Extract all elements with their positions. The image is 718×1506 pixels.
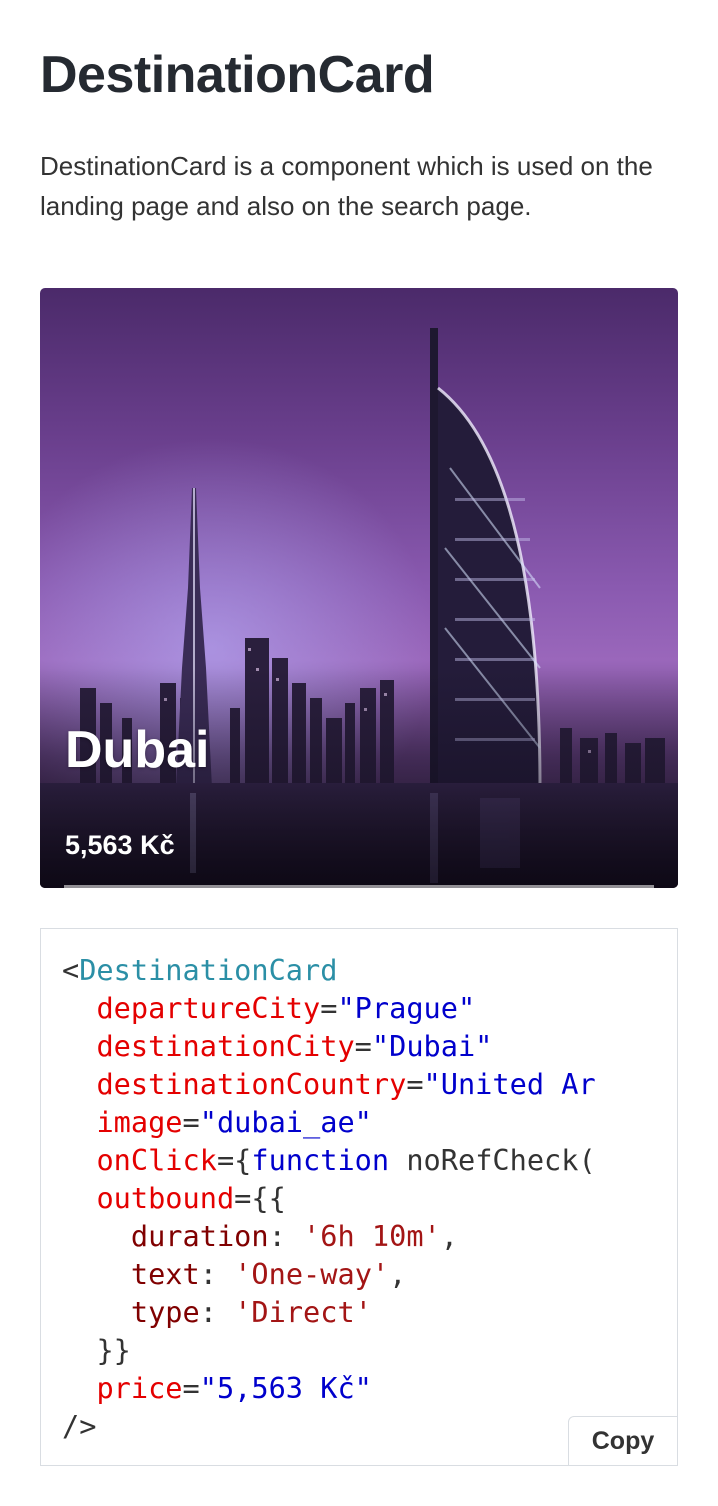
- code-prop-name: price: [96, 1371, 183, 1405]
- code-object-key: text: [130, 1257, 200, 1291]
- code-prop-name: destinationCountry: [96, 1067, 407, 1101]
- code-open-bracket: <: [62, 953, 80, 987]
- code-prop-value: "Prague": [337, 991, 476, 1025]
- card-bottom-border: [64, 885, 654, 888]
- destination-price: 5,563 Kč: [65, 830, 175, 860]
- code-object-key: type: [130, 1295, 200, 1329]
- code-prop-value: {: [234, 1143, 252, 1177]
- code-prop-name: image: [96, 1105, 183, 1139]
- code-punctuation: ,: [389, 1257, 407, 1291]
- code-punctuation: ,: [440, 1219, 458, 1253]
- code-object-value: '6h 10m': [303, 1219, 441, 1253]
- code-object-key: duration: [130, 1219, 269, 1253]
- code-prop-value: "5,563 Kč": [199, 1371, 372, 1405]
- code-prop-value: "Dubai": [371, 1029, 493, 1063]
- code-component-name: DestinationCard: [79, 953, 338, 987]
- destination-card[interactable]: Dubai 5,563 Kč: [40, 288, 678, 888]
- page-title: DestinationCard: [40, 46, 435, 104]
- code-example: <DestinationCard departureCity="Prague" …: [40, 928, 678, 1466]
- code-snippet: <DestinationCard departureCity="Prague" …: [62, 953, 596, 1443]
- code-prop-name: onClick: [96, 1143, 217, 1177]
- code-self-close: />: [62, 1409, 97, 1443]
- code-prop-name: outbound: [96, 1181, 235, 1215]
- code-object-value: 'One-way': [234, 1257, 390, 1291]
- code-prop-value: "United Ar: [423, 1067, 596, 1101]
- code-prop-value: noRefCheck(: [389, 1143, 596, 1177]
- code-prop-value: "dubai_ae": [199, 1105, 372, 1139]
- page-description: DestinationCard is a component which is …: [40, 151, 653, 221]
- code-prop-value: {{: [251, 1181, 286, 1215]
- code-object-close: }}: [96, 1333, 131, 1367]
- code-object-value: 'Direct': [234, 1295, 372, 1329]
- code-keyword: function: [251, 1143, 390, 1177]
- code-prop-name: departureCity: [96, 991, 321, 1025]
- copy-button[interactable]: Copy: [568, 1416, 677, 1465]
- code-prop-name: destinationCity: [96, 1029, 355, 1063]
- destination-city: Dubai: [65, 721, 210, 779]
